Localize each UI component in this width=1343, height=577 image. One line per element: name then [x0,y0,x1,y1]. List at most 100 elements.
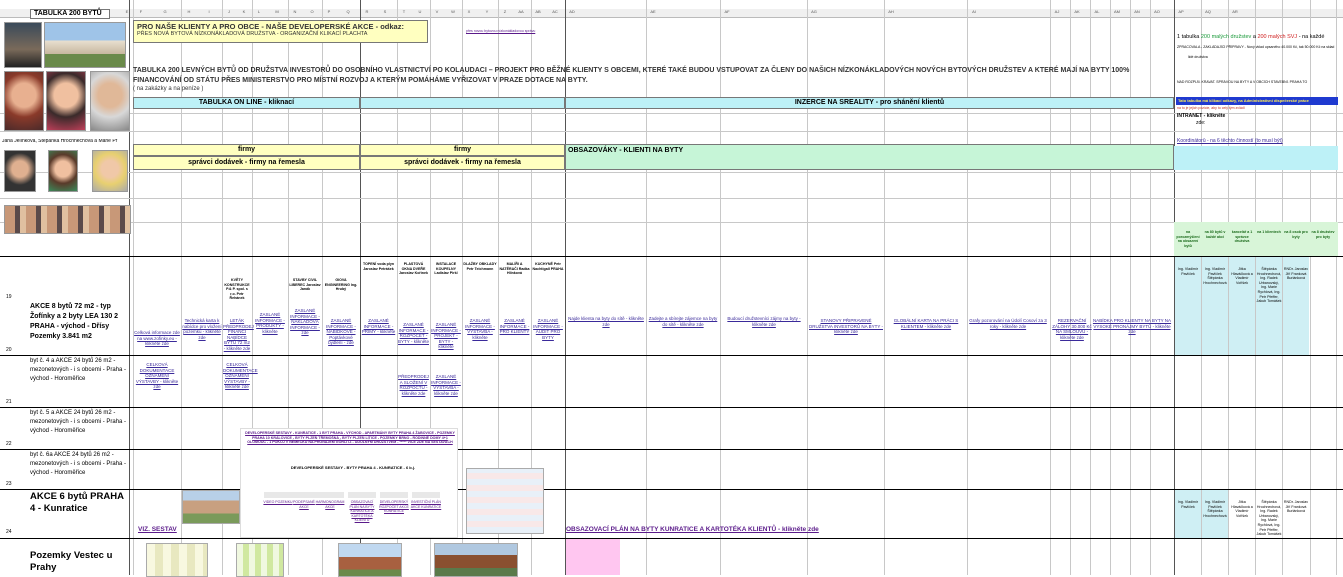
row-19-link-3[interactable]: LETÁK PŘEDPRODEJ FINANCÍ NABÍDCE BYTŮ 72… [223,318,254,351]
person-photo-1 [4,22,42,68]
vestec-thumb-3 [338,543,402,577]
right-line-mid: a [1252,34,1256,40]
person-photo-6 [48,150,78,192]
row-20-link-4[interactable]: ZASLANÉ INFORMACE - VÝSTAVBA - klikněte … [431,374,461,396]
row-19-link-4[interactable]: ZASLANÉ INFORMACE - PRODUKTY - klikněte [253,312,287,334]
column-letter-al: AL [1094,9,1100,14]
right-green-head-4: na 1 klientech [1257,230,1281,234]
right-green-head-2: na 80 bytů v každé akci [1204,230,1226,239]
promo-header: PRO NAŠE KLIENTY A PRO OBCE - NAŠE DEVEL… [133,20,428,43]
row-21-label: byt č. 5 a AKCE 24 bytů 26 m2 - mezoneto… [30,410,127,434]
column-letter-ai: AI [972,9,976,14]
column-letter-y: Y [485,9,489,14]
main-paragraph: TABULKA 200 LEVNÝCH BYTŮ OD DRUŽSTVA INV… [133,67,1130,84]
right-green-head-3: kancelář a 1 správce družstva [1231,230,1253,244]
dev-item-3[interactable]: HARMONOGRAM AKCE [314,500,346,509]
column-letter-ak: AK [1074,9,1080,14]
row-19-link-9[interactable]: ZASLANÉ INFORMACE - PROJEKT - BYTY - kli… [431,322,461,350]
right-summary-line: 1 tabulka 200 malých družstev a 200 malý… [1177,34,1343,40]
right-note: NAD ROZPLŇ. KRAVAT. SPRÁVOU NA BYTY A V … [1177,80,1308,84]
row-19-link-12[interactable]: ZASLANÉ INFORMACE - AUDIT PRO BYTY [532,318,564,340]
right-summary-line-3: lidé družstva [1188,55,1208,59]
column-letter-i: I [208,9,210,14]
blue-bar-sublink[interactable]: na to je jejich pozicie, aby to celý tým… [1177,106,1339,111]
column-letter-p: P [327,9,331,14]
coordinator-cell-1-2: Jitka Hlaváčková a Vladimír Voříšek [1231,500,1253,518]
blue-bar[interactable]: Tato tabulka má klikací odkazy, na Admin… [1176,97,1338,105]
occupancy-plan-link[interactable]: OBSAZOVACÍ PLÁN NA BYTY KUNRATICE A KART… [566,526,966,533]
coordinator-cell-1-3: Štěpánka Hrochnechová, Ing. Radek Urbano… [1256,500,1282,537]
coordinator-cell-1-4: RNDr. Jaroslav Jiří Franková Buriánková [1283,500,1309,514]
dev-item-6[interactable]: INVESTIČNÍ PLÁN AKCE KUNRATICE [410,500,442,509]
people-caption: Jana Jelínková, Štěpánka Hrochnechová a … [2,139,118,144]
row-19-link-1[interactable]: Celková informace zde na www.zofinky.eu … [134,330,180,347]
row-20-label: byt č. 4 a AKCE 24 bytů 26 m2 - mezoneto… [30,358,127,382]
firm-head-3: GIOVA ENGINEERING Ing. Hrubý [324,278,358,292]
person-photo-3 [46,71,86,131]
column-letter-v: V [435,9,439,14]
person-photo-7 [92,150,128,192]
row-19-link-8[interactable]: ZASLANÉ INFORMACE - ROZPOČET - BYTY - kl… [398,322,429,344]
column-letter-ar: AR [1232,9,1238,14]
column-letter-q: Q [346,9,350,14]
column-letter-ag: AG [811,9,817,14]
floorplan-thumb [466,468,544,534]
row-19-link-5[interactable]: ZASLANÉ INFORMACE - NÁKLADOVÁ INFORMACE … [289,308,321,336]
right-line-prefix: 1 tabulka [1177,34,1200,40]
intranet-label[interactable]: INTRANET - klikněte [1177,113,1257,119]
column-letter-aq: AQ [1205,9,1211,14]
top-small-link[interactable]: přes novou bytovou nízkonákladovou správ… [466,29,566,34]
person-photo-2 [4,71,44,131]
developer-title[interactable]: DEVELOPERSKÉ SESTAVY - KUNRATICE - 1 BYT… [244,431,456,445]
coordinator-cell-1-0: Ing. Vladimír Pavlíček [1177,500,1199,509]
dev-item-5[interactable]: DEVELOPERSKÝ ROZPOČET AKCE KUNRATICE [378,500,410,514]
row-19-link-2[interactable]: Technická karta k nabídce pro vložení po… [182,318,222,340]
sreality-link-7[interactable]: REZERVAČNÍ ZÁLOHY 30.000 Kč NA SMLOUVU -… [1052,318,1092,340]
column-letter-am: AM [1114,9,1120,14]
dev-item-4[interactable]: OBSAZOVACÍ PLÁN NA BYTY KUNRATICE A KART… [346,500,378,523]
sreality-link-3[interactable]: Budoucí družstevníci zájmy na byty - kli… [722,316,806,327]
right-green-head-5: na 8 osob pro byty [1284,230,1308,239]
row-20-link-1[interactable]: CELKOVÁ DOKUMENTACE OZNÁMENÍ VÝSTAVBY - … [134,362,180,390]
firm-head-5: PLASTOVÁ OKNA DVEŘE Jaroslav Kořínek [399,262,428,276]
sreality-link-6[interactable]: Grafy pozorování na Údolí Cosoví za 3 ro… [969,318,1047,329]
row-20-link-2[interactable]: CELKOVÁ DOKUMENTACE OZNÁMENÍ VÝSTAVBY - … [223,362,258,390]
right-line-suffix: - na každé [1298,34,1325,40]
column-letter-t: T [402,9,406,14]
developer-subtitle: DEVELOPERSKÉ SESTAVY - BYTY PRAHA 4 - KU… [290,465,416,470]
column-letter-ab: AB [535,9,541,14]
sreality-link-1[interactable]: Najde klienta na byty do sítě - klikněte… [567,316,645,327]
row-number-19: 19 [6,294,12,300]
row-number-24: 24 [6,529,12,535]
column-letter-g: G [163,9,167,14]
coordinators-link[interactable]: Koordinátorů - na 6 těchto činností (to … [1177,138,1343,144]
sreality-link-2[interactable]: Zadejte a sbírejte zájemce na byty do sí… [648,316,718,327]
sheet-title: TABULKA 200 BYTŮ [30,9,110,19]
firm-head-2: STAVBY CIVIL LIBEREC Jaroslav Janák [289,278,321,292]
viz-sestav-link[interactable]: VIZ. SESTAV [138,526,183,533]
row-19-label: AKCE 8 bytů 72 m2 - typ Žofínky a 2 byty… [30,303,119,340]
column-letter-ap: AP [1178,9,1184,14]
right-green-head-1: na porozmýšlení na obsazení bytů [1176,230,1200,248]
vestec-thumb-2 [236,543,284,577]
row-19-link-6[interactable]: ZASLANÉ INFORMACE - NABÍDKOVÉ - Poptávko… [323,318,359,346]
promo-title: PRO NAŠE KLIENTY A PRO OBCE - NAŠE DEVEL… [137,22,404,31]
row-19-link-10[interactable]: ZASLANÉ INFORMACE - VÝSTAVBA - klikněte [463,318,497,340]
row-19-link-7[interactable]: ZASLANÉ INFORMACE - PRIMY - klikněte [361,318,396,335]
coordinator-cell-1-1: Ing. Vladimír Pavlíček Štěpánka Hrochnec… [1203,500,1227,518]
column-letter-aj: AJ [1054,9,1060,14]
row-number-20: 20 [6,347,12,353]
row-19-link-11[interactable]: ZASLANÉ INFORMACE - PRO KLIENTY [499,318,530,335]
sreality-link-4[interactable]: STANOVY PŘIPRAVENÉ DRUŽSTVA INVESTORŮ NA… [809,318,883,335]
coordinator-cell-bg-1-0 [1175,490,1201,538]
sreality-link-8[interactable]: NABÍDKA PRO KLIENTY NA BYTY NA VYSOKÉ PR… [1090,318,1174,335]
dev-item-icon-4 [348,492,376,498]
dev-item-icon-1 [264,492,292,498]
promo-subtitle: PŘES NOVÁ BYTOVÁ NÍZKONÁKLADOVÁ DRUŽSTVA… [137,31,368,37]
sreality-link-5[interactable]: GLOBÁLNÍ KARTA NA PRÁCI S KLIENTEM - kli… [886,318,966,329]
column-letter-r: R [365,9,369,14]
coordinator-cell-0-3: Štěpánka Hrochnechová, Ing. Radek Urbano… [1256,267,1282,304]
pink-cell [566,539,620,575]
row-20-link-3[interactable]: PŘEDPRODEJ A SLOŽENÍ V ROZPOČTU - klikně… [398,374,429,396]
column-letter-ac: AC [552,9,558,14]
